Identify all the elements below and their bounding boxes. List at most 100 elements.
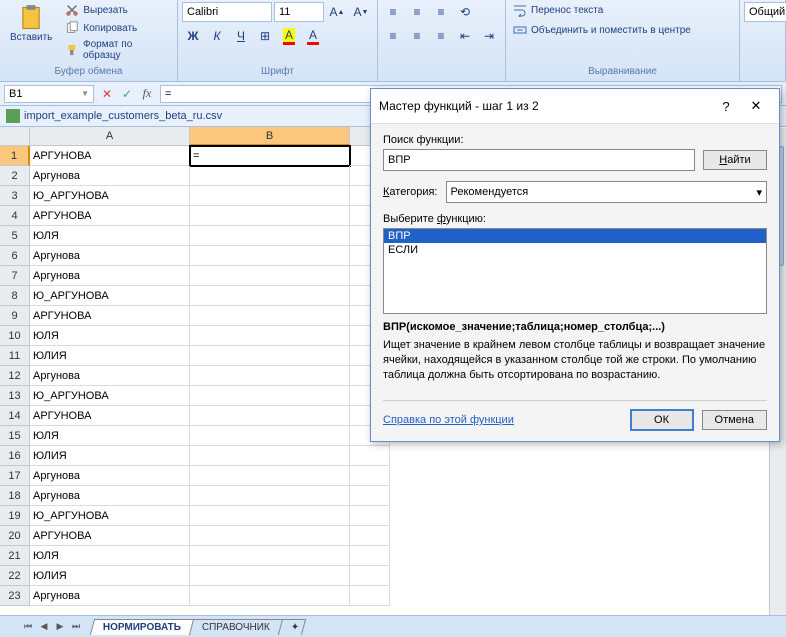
wrap-text-button[interactable]: Перенос текста (510, 2, 606, 18)
help-button[interactable]: ? (711, 95, 741, 117)
cell[interactable] (350, 466, 390, 486)
cell[interactable]: = (190, 146, 350, 166)
row-header[interactable]: 15 (0, 426, 30, 446)
next-sheet-button[interactable]: ▶ (52, 619, 68, 635)
row-header[interactable]: 16 (0, 446, 30, 466)
column-header[interactable]: B (190, 127, 350, 146)
copy-button[interactable]: Копировать (62, 20, 173, 36)
cell[interactable]: Ю_АРГУНОВА (30, 286, 190, 306)
row-header[interactable]: 7 (0, 266, 30, 286)
row-header[interactable]: 17 (0, 466, 30, 486)
row-header[interactable]: 11 (0, 346, 30, 366)
align-center-button[interactable]: ≡ (406, 26, 428, 46)
cell[interactable] (190, 166, 350, 186)
row-header[interactable]: 13 (0, 386, 30, 406)
cell[interactable] (190, 386, 350, 406)
last-sheet-button[interactable]: ⏭ (68, 619, 84, 635)
cell[interactable] (190, 306, 350, 326)
cell[interactable] (350, 586, 390, 606)
row-header[interactable]: 2 (0, 166, 30, 186)
fill-color-button[interactable]: А (278, 26, 300, 46)
row-header[interactable]: 21 (0, 546, 30, 566)
new-sheet-button[interactable]: ✦ (278, 619, 306, 635)
align-left-button[interactable]: ≡ (382, 26, 404, 46)
function-item[interactable]: ЕСЛИ (384, 243, 766, 257)
cell[interactable] (190, 346, 350, 366)
bold-button[interactable]: Ж (182, 26, 204, 46)
cell[interactable]: Аргунова (30, 166, 190, 186)
cell[interactable] (190, 406, 350, 426)
name-box[interactable]: B1▼ (4, 85, 94, 103)
sheet-tab-active[interactable]: НОРМИРОВАТЬ (90, 619, 194, 635)
cell[interactable]: Аргунова (30, 586, 190, 606)
row-header[interactable]: 8 (0, 286, 30, 306)
cell[interactable]: ЮЛЯ (30, 426, 190, 446)
cell[interactable]: Аргунова (30, 486, 190, 506)
row-header[interactable]: 22 (0, 566, 30, 586)
cell[interactable] (190, 226, 350, 246)
ok-button[interactable]: ОК (630, 409, 694, 431)
cell[interactable]: Аргунова (30, 466, 190, 486)
cell[interactable] (190, 426, 350, 446)
cell[interactable]: Аргунова (30, 266, 190, 286)
orientation-button[interactable]: ⟲ (454, 2, 476, 22)
cell[interactable] (190, 566, 350, 586)
find-button[interactable]: Найти (703, 150, 767, 170)
cell[interactable] (190, 546, 350, 566)
cell[interactable]: АРГУНОВА (30, 406, 190, 426)
cell[interactable]: Аргунова (30, 366, 190, 386)
cell[interactable]: АРГУНОВА (30, 526, 190, 546)
grow-font-button[interactable]: A▲ (326, 2, 348, 22)
enter-formula-button[interactable]: ✓ (118, 85, 136, 103)
function-list[interactable]: ВПР ЕСЛИ (383, 228, 767, 314)
shrink-font-button[interactable]: A▼ (350, 2, 372, 22)
insert-function-button[interactable]: fx (138, 85, 156, 103)
decrease-indent-button[interactable]: ⇤ (454, 26, 476, 46)
number-format-select[interactable]: Общий (744, 2, 786, 22)
cancel-button[interactable]: Отмена (702, 410, 767, 430)
cell[interactable] (190, 326, 350, 346)
cell[interactable]: ЮЛИЯ (30, 346, 190, 366)
row-header[interactable]: 3 (0, 186, 30, 206)
row-header[interactable]: 23 (0, 586, 30, 606)
cell[interactable]: АРГУНОВА (30, 306, 190, 326)
cell[interactable] (190, 286, 350, 306)
row-header[interactable]: 6 (0, 246, 30, 266)
category-select[interactable]: Рекомендуется▾ (446, 181, 768, 203)
cancel-formula-button[interactable]: ✕ (98, 85, 116, 103)
cell[interactable] (350, 526, 390, 546)
row-header[interactable]: 10 (0, 326, 30, 346)
cell[interactable]: ЮЛЯ (30, 326, 190, 346)
row-header[interactable]: 19 (0, 506, 30, 526)
cell[interactable]: Ю_АРГУНОВА (30, 506, 190, 526)
font-size-select[interactable]: 11 (274, 2, 324, 22)
cell[interactable] (190, 466, 350, 486)
align-middle-button[interactable]: ≡ (406, 2, 428, 22)
sheet-tab[interactable]: СПРАВОЧНИК (189, 619, 283, 635)
underline-button[interactable]: Ч (230, 26, 252, 46)
prev-sheet-button[interactable]: ◀ (36, 619, 52, 635)
cell[interactable] (190, 206, 350, 226)
cell[interactable]: Аргунова (30, 246, 190, 266)
cell[interactable] (190, 486, 350, 506)
close-button[interactable]: ✕ (741, 95, 771, 117)
cell[interactable] (190, 266, 350, 286)
cell[interactable] (190, 526, 350, 546)
borders-button[interactable]: ⊞ (254, 26, 276, 46)
increase-indent-button[interactable]: ⇥ (478, 26, 500, 46)
cell[interactable] (350, 546, 390, 566)
merge-center-button[interactable]: Объединить и поместить в центре (510, 22, 694, 38)
cell[interactable] (190, 586, 350, 606)
first-sheet-button[interactable]: ⏮ (20, 619, 36, 635)
cell[interactable]: ЮЛИЯ (30, 446, 190, 466)
help-link[interactable]: Справка по этой функции (383, 414, 622, 426)
cell[interactable] (190, 446, 350, 466)
row-header[interactable]: 5 (0, 226, 30, 246)
font-name-select[interactable]: Calibri (182, 2, 272, 22)
column-header[interactable]: A (30, 127, 190, 146)
font-color-button[interactable]: А (302, 26, 324, 46)
cell[interactable]: АРГУНОВА (30, 206, 190, 226)
row-header[interactable]: 4 (0, 206, 30, 226)
format-painter-button[interactable]: Формат по образцу (62, 38, 173, 62)
cell[interactable]: ЮЛЯ (30, 226, 190, 246)
